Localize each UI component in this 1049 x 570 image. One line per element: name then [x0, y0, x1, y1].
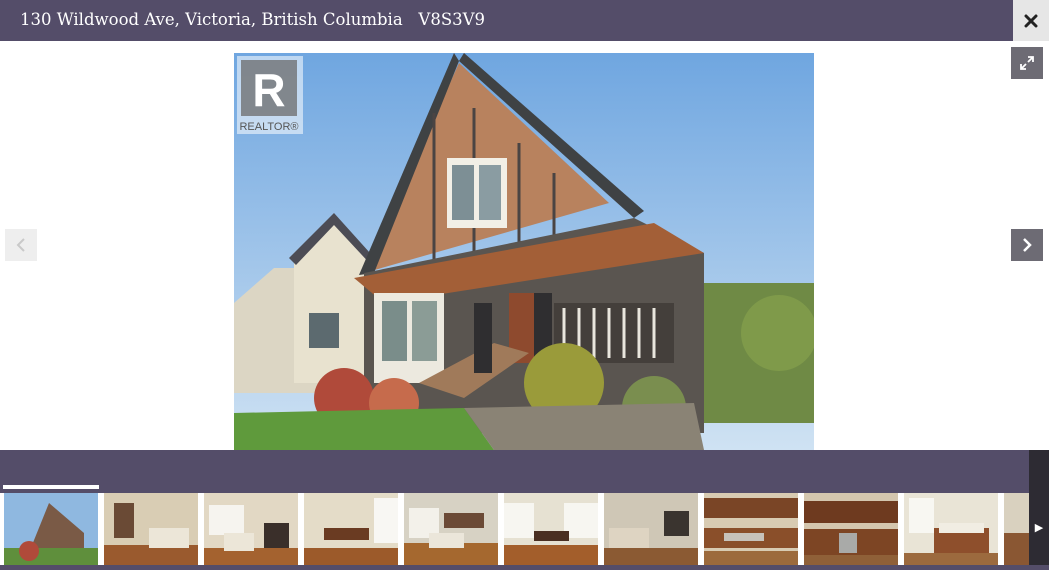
thumbnail-6[interactable] — [504, 493, 598, 565]
realtor-watermark: R REALTOR® — [237, 56, 303, 134]
current-thumbnail-indicator — [3, 485, 99, 489]
expand-icon — [1020, 56, 1034, 70]
listing-address-title: 130 Wildwood Ave, Victoria, British Colu… — [20, 10, 485, 29]
thumbnail-2[interactable] — [104, 493, 198, 565]
svg-text:REALTOR®: REALTOR® — [239, 121, 298, 133]
viewer-header: 130 Wildwood Ave, Victoria, British Colu… — [0, 0, 1049, 41]
house-photo-image — [234, 53, 814, 450]
chevron-left-icon — [16, 238, 25, 252]
thumbnail-9[interactable] — [804, 493, 898, 565]
fullscreen-button[interactable] — [1011, 47, 1043, 79]
thumbnail-7[interactable] — [604, 493, 698, 565]
thumbnail-row — [0, 493, 1049, 565]
next-thumbnails-button[interactable]: ▶ — [1029, 450, 1049, 565]
thumbnail-10[interactable] — [904, 493, 998, 565]
close-icon — [1024, 14, 1038, 27]
thumbnail-5[interactable] — [404, 493, 498, 565]
thumbnail-1[interactable] — [4, 493, 98, 565]
main-photo[interactable]: R REALTOR® — [234, 53, 814, 450]
play-right-icon: ▶ — [1034, 521, 1044, 534]
svg-text:R: R — [252, 64, 285, 116]
chevron-right-icon — [1023, 238, 1032, 252]
previous-photo-button[interactable] — [5, 229, 37, 261]
photo-stage: R REALTOR® — [0, 41, 1049, 450]
thumbnail-strip — [0, 450, 1049, 570]
thumbnail-3[interactable] — [204, 493, 298, 565]
close-button[interactable] — [1013, 0, 1049, 41]
next-photo-button[interactable] — [1011, 229, 1043, 261]
address-text: 130 Wildwood Ave, Victoria, British Colu… — [20, 10, 403, 29]
postal-code: V8S3V9 — [418, 10, 486, 29]
thumbnail-4[interactable] — [304, 493, 398, 565]
thumbnail-8[interactable] — [704, 493, 798, 565]
